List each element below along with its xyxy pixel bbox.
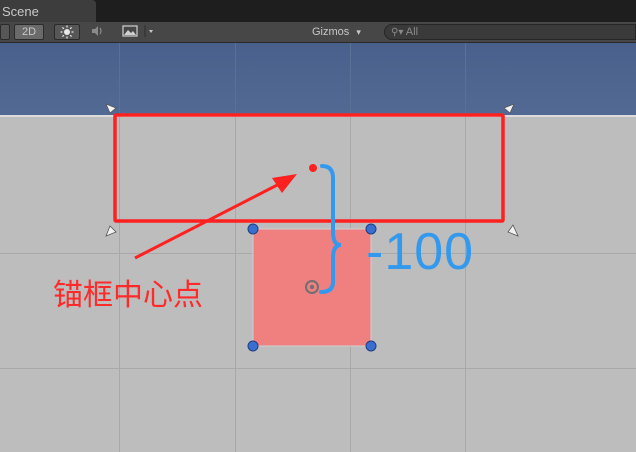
search-icon: ⚲▾ [391, 27, 404, 38]
chevron-down-icon: ▾ [356, 27, 361, 37]
corner-handle[interactable] [365, 340, 377, 352]
sun-icon [60, 25, 74, 39]
gizmos-dropdown[interactable]: Gizmos ▾ [306, 24, 376, 40]
anchor-handle-bottom-right[interactable] [507, 224, 519, 237]
gizmos-label: Gizmos [312, 26, 350, 38]
pivot-center [309, 284, 315, 290]
scene-toolbar: 2D Gizmos ▾ ⚲▾ All [0, 22, 636, 43]
anchor-center-dot [309, 164, 317, 172]
anchor-handle-bottom-left[interactable] [105, 225, 117, 237]
anchor-center-label: 锚框中心点 [53, 278, 203, 313]
scene-view[interactable] [0, 43, 636, 452]
anchor-handle-top-left[interactable] [105, 103, 117, 114]
tab-scene[interactable]: Scene [0, 0, 96, 22]
search-input[interactable]: ⚲▾ All [384, 24, 636, 40]
arrow-head [272, 174, 297, 193]
tab-strip: Scene [0, 0, 636, 22]
anchor-handle-top-right[interactable] [503, 103, 515, 114]
effects-dropdown-button[interactable] [118, 24, 158, 40]
shading-dropdown-button[interactable] [0, 24, 10, 40]
image-icon [122, 25, 153, 37]
toggle-2d-button[interactable]: 2D [14, 24, 44, 40]
speaker-icon [92, 26, 102, 36]
corner-handle[interactable] [247, 340, 259, 352]
corner-handle[interactable] [247, 223, 259, 235]
scene-overlay [105, 103, 519, 352]
lighting-toggle-button[interactable] [54, 24, 80, 40]
search-placeholder: All [405, 26, 419, 38]
audio-toggle-button[interactable] [86, 24, 110, 40]
offset-value-label: -100 [366, 223, 475, 281]
